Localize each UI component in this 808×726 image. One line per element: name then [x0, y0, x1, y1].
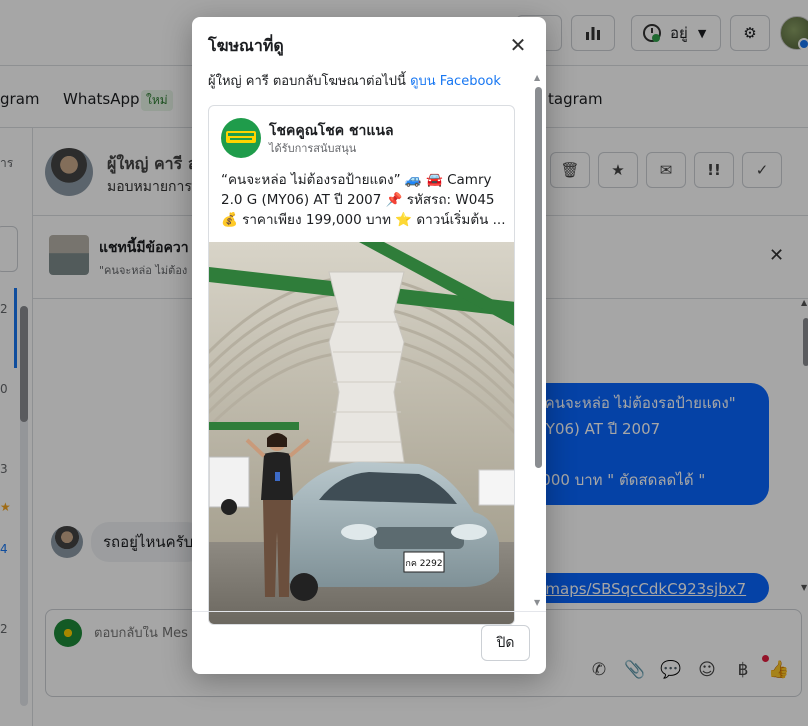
close-button[interactable]: ✕ [504, 31, 532, 59]
ad-image: กค 2292 [209, 242, 514, 624]
dialog-scrollbar-thumb[interactable] [535, 87, 542, 468]
description-text: ผู้ใหญ่ คารี ตอบกลับโฆษณาต่อไปนี้ [208, 74, 411, 89]
license-plate: กค 2292 [405, 559, 442, 569]
view-on-facebook-link[interactable]: ดูบน Facebook [410, 74, 501, 89]
car-showroom-photo: กค 2292 [209, 242, 514, 624]
dialog-description: ผู้ใหญ่ คารี ตอบกลับโฆษณาต่อไปนี้ ดูบน F… [208, 70, 501, 91]
viewed-ad-dialog: โฆษณาที่ดู ✕ ผู้ใหญ่ คารี ตอบกลับโฆษณาต่… [192, 17, 546, 674]
close-icon: ✕ [509, 33, 527, 57]
ad-caption: “คนจะหล่อ ไม่ต้องรอป้ายแดง” 🚙 🚘 Camry 2.… [221, 170, 507, 230]
scroll-down-icon[interactable]: ▼ [534, 598, 540, 607]
dialog-title: โฆษณาที่ดู [208, 36, 284, 55]
ad-caption-line: 💰 ราคาเพียง 199,000 บาท ⭐ ดาวน์เริ่มต้น … [221, 212, 506, 228]
page-logo [221, 118, 261, 158]
sponsored-label: ได้รับการสนับสนุน [269, 142, 357, 155]
ad-caption-line: “คนจะหล่อ ไม่ต้องรอป้ายแดง” 🚙 🚘 Camry [221, 172, 492, 188]
dialog-footer: ปิด [192, 611, 546, 674]
scroll-up-icon[interactable]: ▲ [534, 73, 540, 82]
close-dialog-button[interactable]: ปิด [481, 625, 530, 661]
ad-caption-line: 2.0 G (MY06) AT ปี 2007 📌 รหัสรถ: W045 [221, 192, 495, 208]
ad-preview-card: โชคคูณโชค ชาแนล ได้รับการสนับสนุน “คนจะห… [208, 105, 515, 625]
